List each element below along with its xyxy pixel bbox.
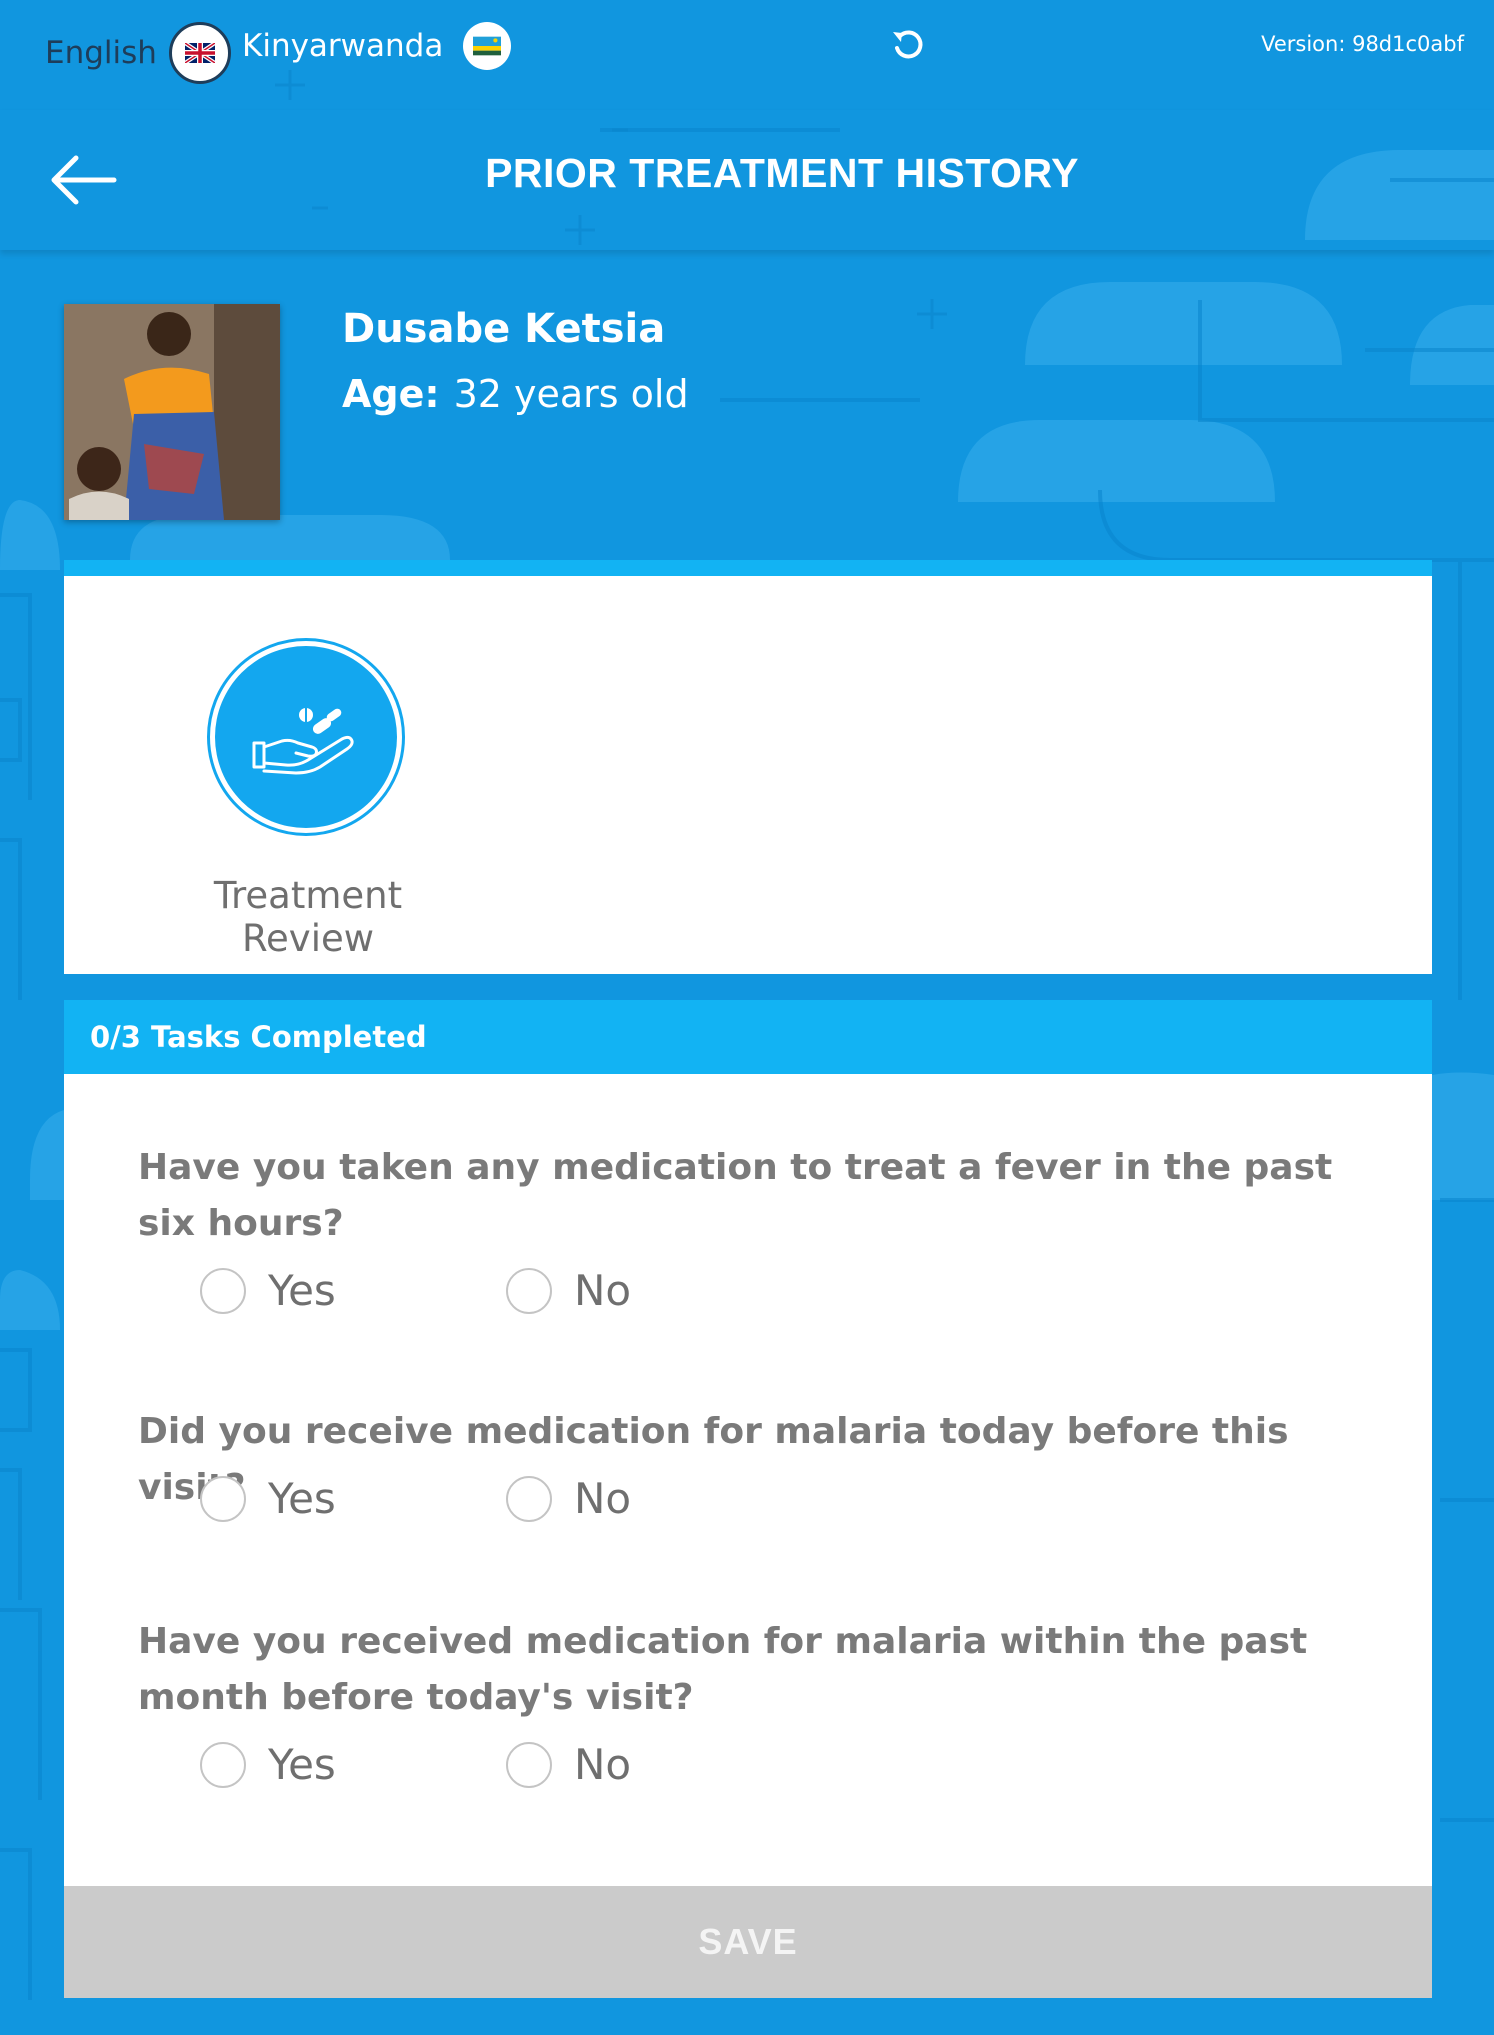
refresh-icon[interactable]	[888, 26, 928, 66]
patient-name: Dusabe Ketsia	[342, 306, 666, 352]
question-3-yes[interactable]: Yes	[200, 1740, 506, 1789]
language-kinyarwanda-label: Kinyarwanda	[242, 28, 444, 64]
option-label: Yes	[268, 1474, 336, 1523]
question-1-no[interactable]: No	[506, 1266, 812, 1315]
question-form: Have you taken any medication to treat a…	[64, 1074, 1432, 1886]
language-english-label: English	[45, 35, 157, 71]
radio-button[interactable]	[200, 1741, 246, 1788]
medicine-hand-icon	[252, 708, 354, 775]
save-button[interactable]: SAVE	[64, 1886, 1432, 1998]
option-label: No	[574, 1266, 632, 1315]
page-header: PRIOR TREATMENT HISTORY	[0, 110, 1494, 250]
option-label: No	[574, 1474, 632, 1523]
task-treatment-review[interactable]	[207, 638, 405, 836]
version-text: Version: 98d1c0abf	[1261, 32, 1464, 56]
question-1-yes[interactable]: Yes	[200, 1266, 506, 1315]
language-kinyarwanda[interactable]: Kinyarwanda	[242, 22, 512, 70]
radio-button[interactable]	[506, 1475, 552, 1522]
uk-flag-icon	[168, 22, 231, 84]
rwanda-flag-icon	[463, 22, 512, 70]
radio-button[interactable]	[506, 1267, 552, 1314]
tasks-progress-text: 0/3 Tasks Completed	[90, 1020, 427, 1054]
question-3-options: Yes No	[200, 1740, 812, 1789]
option-label: Yes	[268, 1266, 336, 1315]
page-title: PRIOR TREATMENT HISTORY	[485, 150, 1079, 196]
task-card: Treatment Review	[64, 560, 1432, 974]
option-label: Yes	[268, 1740, 336, 1789]
task-label: Treatment Review	[213, 874, 403, 960]
question-3-no[interactable]: No	[506, 1740, 812, 1789]
tasks-progress-bar: 0/3 Tasks Completed	[64, 1000, 1432, 1074]
radio-button[interactable]	[200, 1475, 246, 1522]
question-1: Have you taken any medication to treat a…	[138, 1147, 1333, 1244]
question-1-options: Yes No	[200, 1266, 812, 1315]
question-2-yes[interactable]: Yes	[200, 1474, 506, 1523]
radio-button[interactable]	[506, 1741, 552, 1788]
question-3: Have you received medication for malaria…	[138, 1621, 1308, 1718]
option-label: No	[574, 1740, 632, 1789]
patient-photo	[64, 304, 280, 520]
age-label: Age:	[342, 372, 440, 416]
patient-age: Age: 32 years old	[342, 372, 689, 416]
language-english[interactable]: English	[45, 22, 231, 84]
radio-button[interactable]	[200, 1267, 246, 1314]
question-2-options: Yes No	[200, 1474, 812, 1523]
age-value: 32 years old	[453, 372, 689, 416]
question-2-no[interactable]: No	[506, 1474, 812, 1523]
language-bar: English Kinyarwanda Version: 98d1c0abf	[0, 0, 1494, 110]
